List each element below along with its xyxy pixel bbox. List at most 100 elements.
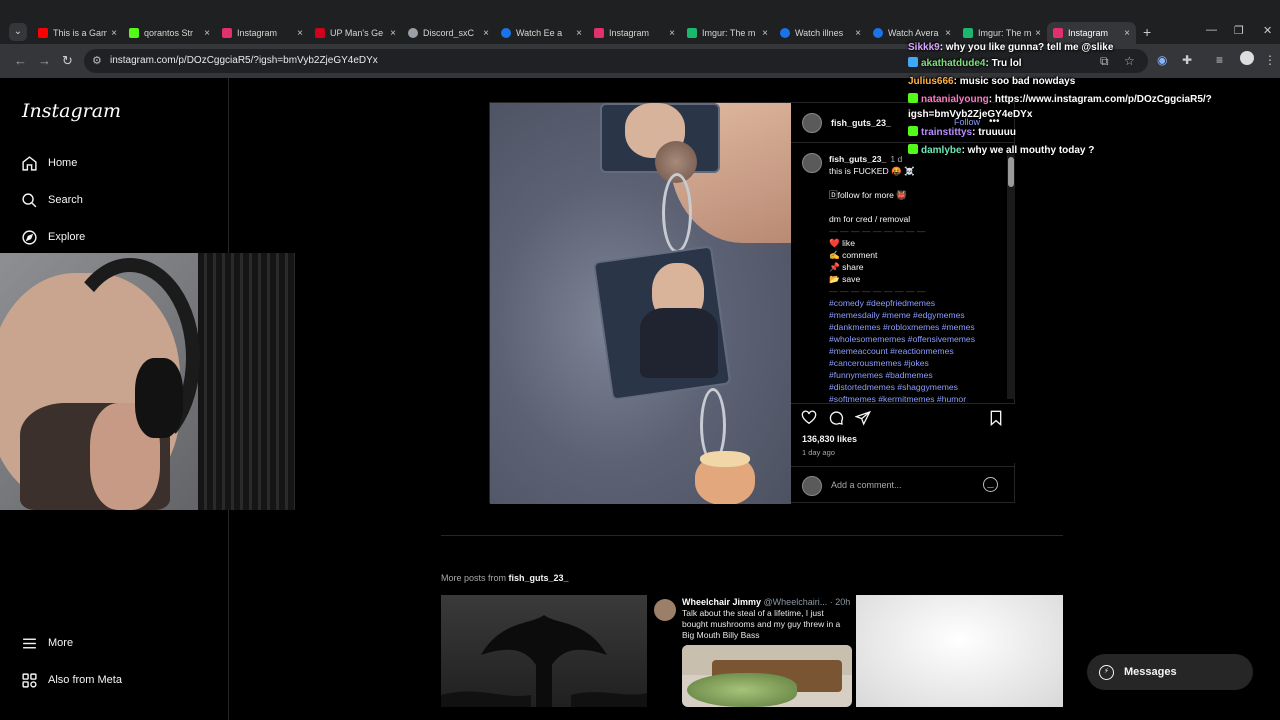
share-paper-plane-icon[interactable] [854, 410, 871, 430]
caption-avatar[interactable] [802, 153, 822, 173]
tab-media-icon[interactable]: ≡ [1216, 53, 1223, 67]
viewer-avatar [802, 476, 822, 496]
sidebar-item-also-from-meta[interactable]: Also from Meta [20, 671, 122, 689]
hashtag-line[interactable]: #memeaccount #reactionmemes [829, 345, 1007, 357]
comment-input[interactable]: Add a comment... [831, 480, 902, 490]
browser-tab[interactable]: Imgur: The m × [681, 22, 774, 44]
sidebar-item-more[interactable]: More [20, 634, 73, 652]
sidebar-item-label: Search [48, 194, 83, 206]
browser-tab[interactable]: Watch illnes × [774, 22, 867, 44]
messages-button[interactable]: ⚡ Messages [1087, 654, 1253, 690]
comment-bubble-icon[interactable] [828, 410, 844, 430]
search-icon [20, 191, 38, 209]
close-tab-icon[interactable]: × [111, 28, 117, 39]
close-tab-icon[interactable]: × [855, 28, 861, 39]
reload-icon[interactable]: ↻ [62, 53, 73, 69]
browser-tab[interactable]: Watch Ee a × [495, 22, 588, 44]
extensions-puzzle-icon[interactable]: ✚ [1182, 53, 1192, 67]
more-posts-username[interactable]: fish_guts_23_ [509, 573, 569, 583]
close-tab-icon[interactable]: × [297, 28, 303, 39]
hashtag-line[interactable]: #dankmemes #robloxmemes #memes [829, 321, 1007, 333]
browser-tab[interactable]: UP Man's Ge × [309, 22, 402, 44]
instagram-logo[interactable]: Instagram [22, 100, 121, 122]
caption-line: this is FUCKED 🤬 ☠️ [829, 166, 915, 176]
instagram-favicon-icon [594, 28, 604, 38]
browser-tab[interactable]: This is a Gam × [32, 22, 123, 44]
close-tab-icon[interactable]: × [1035, 28, 1041, 39]
webcam-overlay [0, 253, 295, 510]
scrollbar-thumb[interactable] [1008, 157, 1014, 187]
close-tab-icon[interactable]: × [483, 28, 489, 39]
tweet-text: Talk about the steal of a lifetime, I ju… [682, 608, 841, 640]
chat-badge-icon [908, 126, 918, 136]
sidebar-item-explore[interactable]: Explore [20, 228, 85, 246]
profile-avatar-icon[interactable] [1240, 51, 1254, 65]
chat-message: akathatdude4: Tru lol [908, 55, 1022, 73]
browser-tab[interactable]: Instagram × [588, 22, 681, 44]
caption-line: ✍️ comment [829, 250, 878, 260]
likes-count[interactable]: 136,830 likes [802, 434, 857, 444]
more-post-thumbnail[interactable] [856, 595, 1063, 707]
more-post-thumbnail[interactable] [441, 595, 647, 707]
caption-line: 📂 save [829, 274, 861, 284]
more-post-thumbnail-tweet[interactable]: Wheelchair Jimmy @Wheelchairi... · 20h T… [648, 595, 855, 707]
close-tab-icon[interactable]: × [669, 28, 675, 39]
caption-username[interactable]: fish_guts_23_ [829, 154, 886, 164]
chat-username: akathatdude4 [921, 58, 986, 69]
tab-search-chevron-icon[interactable]: ⌄ [9, 23, 27, 41]
close-tab-icon[interactable]: × [576, 28, 582, 39]
sidebar-item-search[interactable]: Search [20, 191, 83, 209]
back-arrow-icon[interactable]: ← [14, 53, 27, 68]
media-control-icon[interactable]: ◉ [1157, 53, 1167, 67]
sidebar-item-label: More [48, 637, 74, 649]
new-tab-plus-icon[interactable]: + [1143, 24, 1151, 40]
hashtag-line[interactable]: #funnymemes #badmemes [829, 369, 1007, 381]
heart-icon[interactable] [801, 410, 817, 430]
close-tab-icon[interactable]: × [204, 28, 210, 39]
caption-line: dm for cred / removal [829, 214, 911, 224]
winged-statue-silhouette [441, 615, 647, 707]
sidebar-item-label: Explore [48, 231, 86, 243]
chat-text: : https://www.instagram.com/p/DOzCggciaR… [988, 94, 1212, 105]
caption-scrollbar[interactable] [1007, 153, 1015, 399]
sidebar-item-home[interactable]: Home [20, 154, 77, 172]
restore-icon[interactable]: ❐ [1234, 24, 1244, 37]
chat-username: natanialyoung [921, 94, 989, 105]
author-username[interactable]: fish_guts_23_ [831, 118, 891, 128]
video-favicon-icon [780, 28, 790, 38]
close-tab-icon[interactable]: × [762, 28, 768, 39]
menu-kebab-icon[interactable]: ⋮ [1264, 53, 1276, 67]
hashtag-line[interactable]: #cancerousmemes #jokes [829, 357, 1007, 369]
chat-message: Julius666: music soo bad nowdays [908, 73, 1075, 91]
close-window-icon[interactable]: ✕ [1263, 24, 1272, 37]
sidebar-item-label: Home [48, 157, 78, 169]
browser-tab[interactable]: Instagram × [216, 22, 309, 44]
author-avatar[interactable] [802, 113, 822, 133]
hashtag-line[interactable]: #memesdaily #meme #edgymemes [829, 309, 1007, 321]
chat-badge-icon [908, 93, 918, 103]
browser-tab[interactable]: qorantos Str × [123, 22, 216, 44]
video-favicon-icon [873, 28, 883, 38]
bookmark-save-icon[interactable] [989, 410, 1003, 430]
chat-text: : why we all mouthy today ? [961, 145, 1095, 156]
tweet-avatar [654, 599, 676, 621]
post-image[interactable] [490, 103, 791, 504]
emoji-smiley-icon[interactable]: ‿ [983, 477, 998, 492]
forward-arrow-icon[interactable]: → [38, 53, 51, 68]
close-tab-icon[interactable]: × [390, 28, 396, 39]
site-info-icon[interactable]: ⚙ [92, 54, 102, 67]
hashtag-line[interactable]: #distortedmemes #shaggymemes [829, 381, 1007, 393]
bookmark-star-icon[interactable]: ☆ [1124, 54, 1135, 68]
minimize-icon[interactable]: — [1206, 24, 1217, 36]
chat-badge-icon [908, 144, 918, 154]
caption-separator: — — — — — — — — — [829, 226, 926, 236]
chat-text: : truuuuu [972, 127, 1016, 138]
close-tab-icon[interactable]: × [945, 28, 951, 39]
hashtag-line[interactable]: #wholesomememes #offensivememes [829, 333, 1007, 345]
kick-favicon-icon [129, 28, 139, 38]
chat-text: igsh=bmVyb2ZjeGY4eDYx [908, 109, 1033, 120]
browser-tab[interactable]: Discord_sxC × [402, 22, 495, 44]
close-tab-icon[interactable]: × [1124, 28, 1130, 39]
hashtag-line[interactable]: #comedy #deepfriedmemes [829, 297, 1007, 309]
fish-shape [687, 673, 797, 707]
